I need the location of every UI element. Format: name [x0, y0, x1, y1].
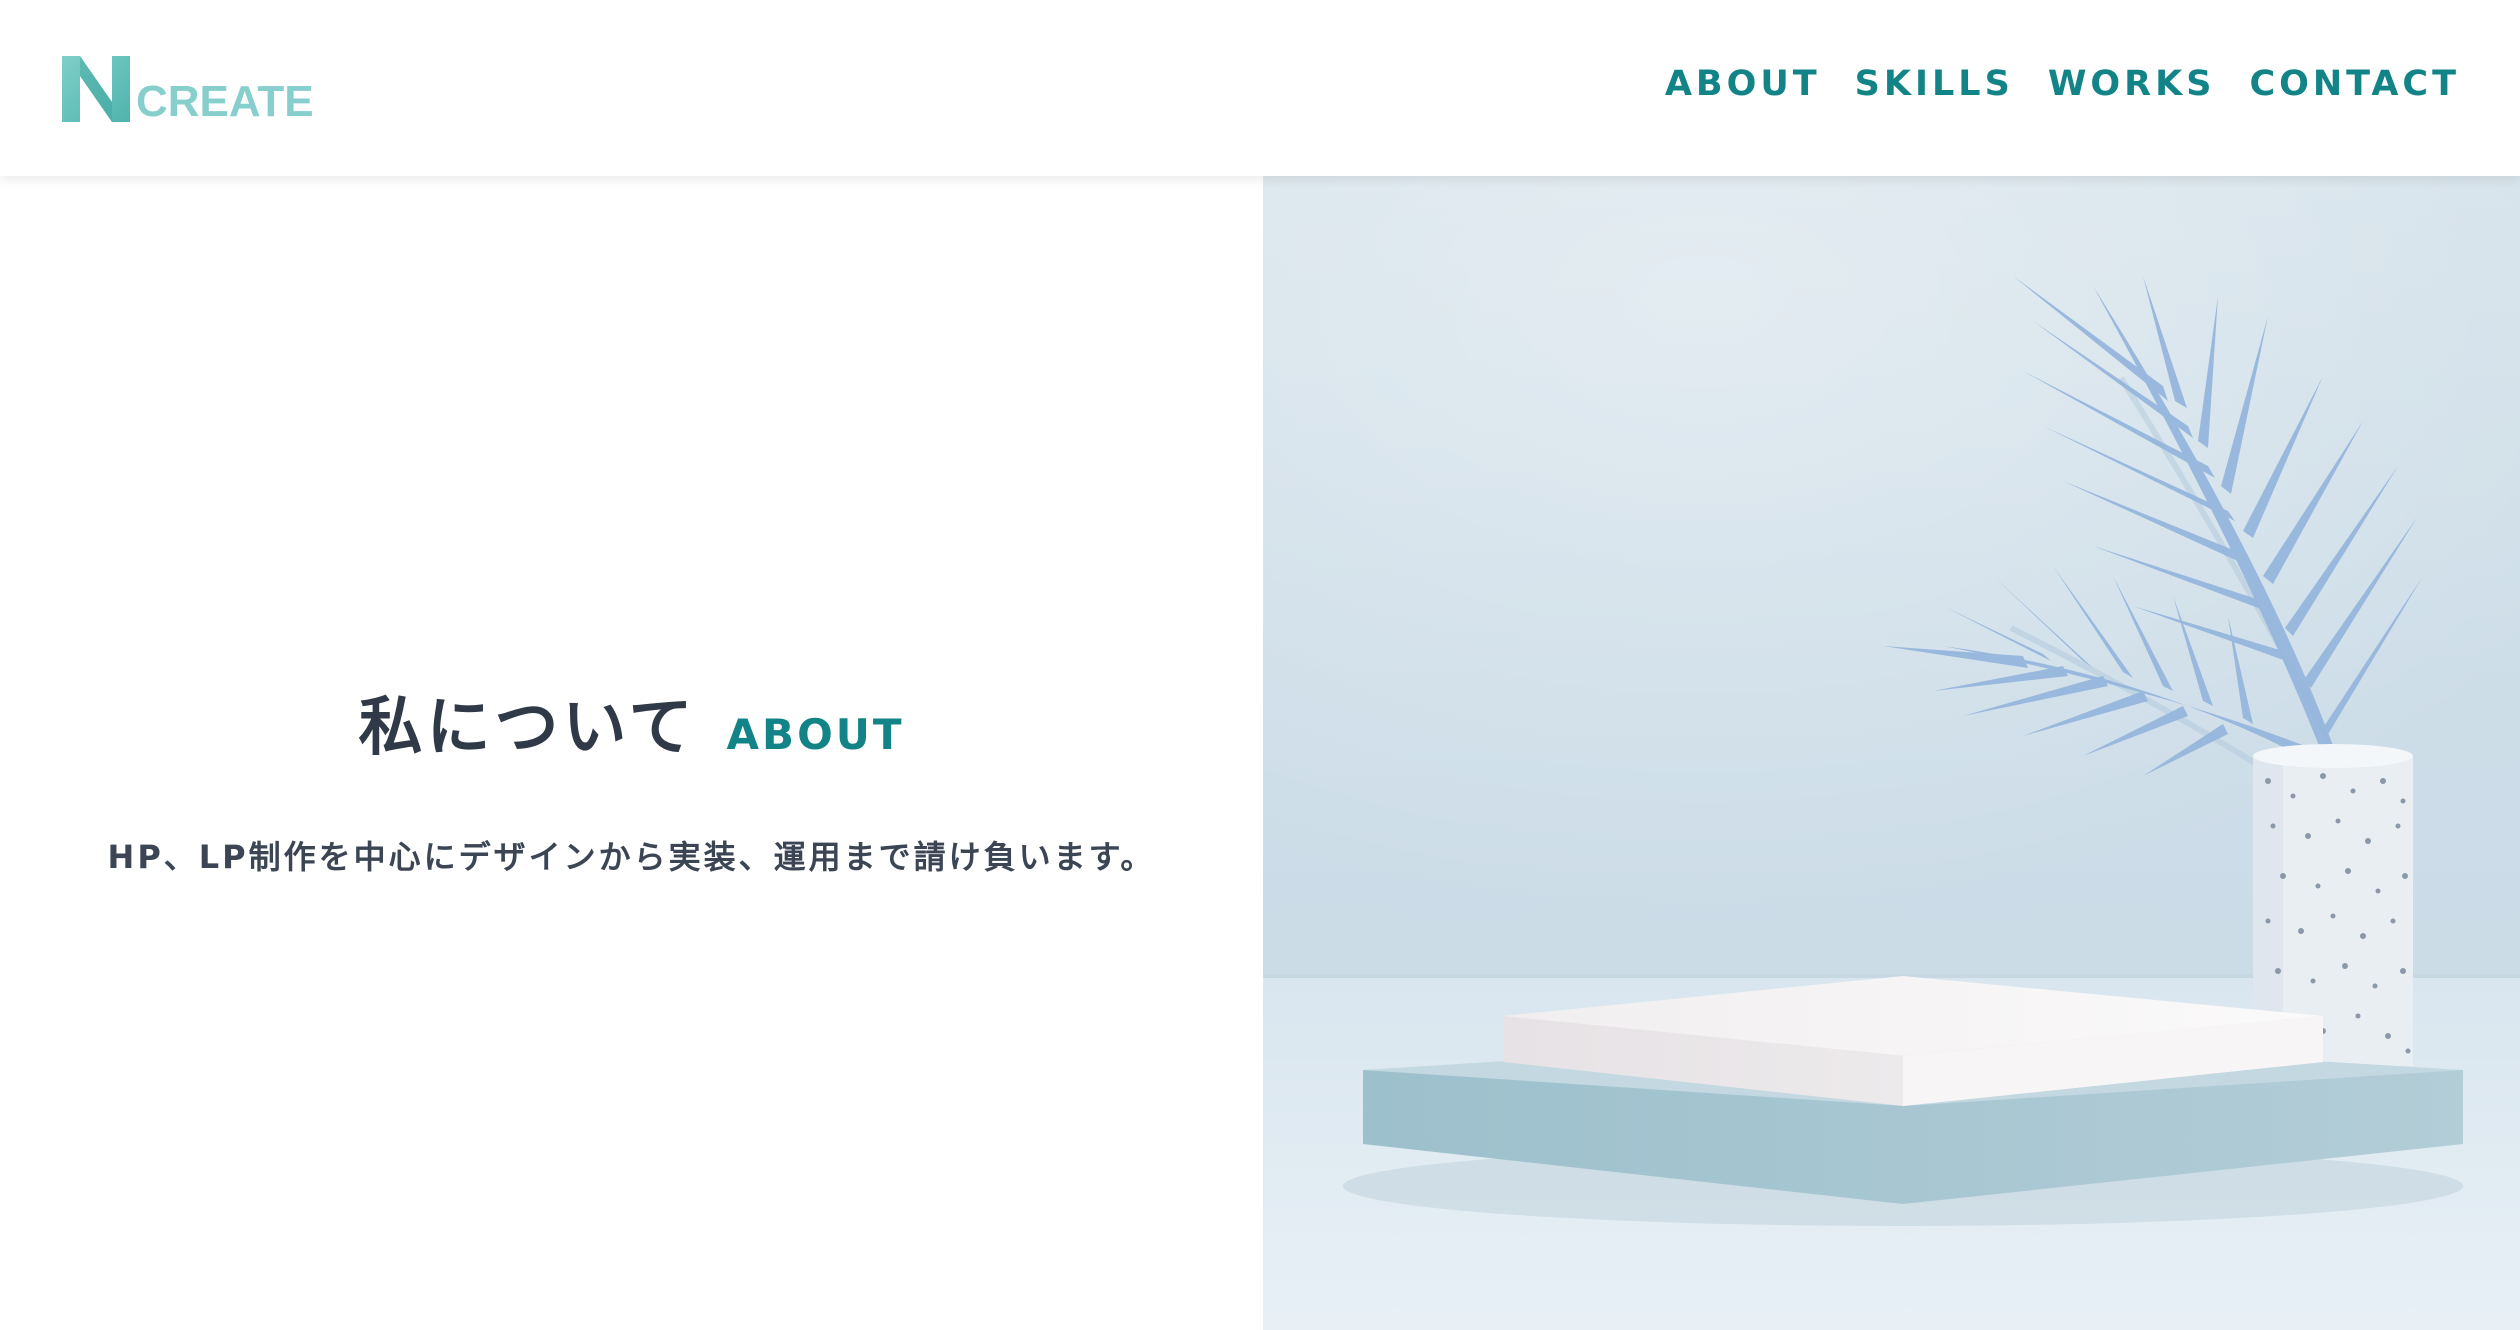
about-description: HP、LP制作を中心にデザインから実装、運用まで請け負います。 — [107, 838, 1156, 876]
nav-skills[interactable]: SKILLS — [1855, 60, 2014, 108]
about-section: 私について ABOUT HP、LP制作を中心にデザインから実装、運用まで請け負いま… — [0, 176, 1263, 1330]
about-heading-jp: 私について — [358, 690, 697, 765]
site-header: CREATE ABOUT SKILLS WORKS CONTACT — [0, 0, 2520, 176]
podium-plant-illustration — [1263, 176, 2520, 1330]
nav-contact[interactable]: CONTACT — [2249, 60, 2460, 108]
main-nav: ABOUT SKILLS WORKS CONTACT — [1665, 60, 2460, 108]
logo-n-icon — [62, 56, 130, 122]
about-heading-en: ABOUT — [726, 709, 905, 759]
nav-works[interactable]: WORKS — [2048, 60, 2216, 108]
nav-about[interactable]: ABOUT — [1665, 60, 1821, 108]
logo-text: CREATE — [136, 77, 314, 126]
about-heading: 私について ABOUT — [0, 676, 1263, 768]
site-logo[interactable]: CREATE — [60, 44, 314, 124]
hero-image — [1263, 176, 2520, 1330]
